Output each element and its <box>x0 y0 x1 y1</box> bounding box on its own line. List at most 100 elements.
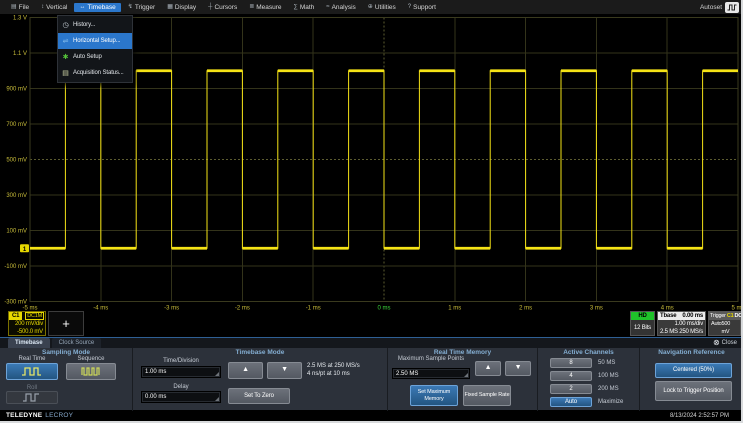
lock-to-trigger-position-button[interactable]: Lock to Trigger Position <box>655 381 732 401</box>
sampling-mode-title: Sampling Mode <box>0 349 132 356</box>
real-time-button[interactable] <box>6 363 58 380</box>
c1-offset: -500.0 mV <box>9 328 45 336</box>
time-division-field[interactable]: 1.00 ms <box>141 366 221 378</box>
time-division-down-button[interactable]: ▼ <box>267 362 302 379</box>
menu-item-auto-setup[interactable]: ✱Auto Setup <box>58 49 132 65</box>
status-bar: TELEDYNE LECROY 8/13/2024 2:52:57 PM <box>0 410 743 421</box>
sequence-button[interactable] <box>66 363 116 380</box>
channels-2-memory-label: 200 MS <box>598 386 638 393</box>
menu-timebase[interactable]: ↔Timebase <box>74 3 120 12</box>
roll-button[interactable] <box>6 391 58 404</box>
acquisition-status-icon: ▤ <box>61 70 70 77</box>
sample-rate-info-line2: 4 ns/pt at 10 ms <box>307 370 385 378</box>
menu-file-label: File <box>19 4 29 11</box>
menu-measure[interactable]: ≣Measure <box>244 3 286 12</box>
channels-4-button[interactable]: 4 <box>550 371 592 381</box>
menu-item-acquisition-status[interactable]: ▤Acquisition Status... <box>58 65 132 81</box>
menu-utilities[interactable]: ⊕Utilities <box>363 3 401 12</box>
channels-auto-button[interactable]: Auto <box>550 397 592 407</box>
channels-4-memory-label: 100 MS <box>598 373 638 380</box>
trigger-level: 500 mV <box>722 320 738 336</box>
menu-cursors[interactable]: ┼Cursors <box>203 3 242 12</box>
real-time-waveform-icon <box>21 366 43 377</box>
delay-field[interactable]: 0.00 ms <box>141 391 221 403</box>
hd-badge: HD <box>631 312 654 320</box>
brand-lecroy: LECROY <box>45 412 73 419</box>
real-time-memory-title: Real Time Memory <box>388 349 537 356</box>
trigger-source: C1 <box>727 312 734 320</box>
channels-8-button[interactable]: 8 <box>550 358 592 368</box>
menu-display[interactable]: ▦Display <box>162 3 201 12</box>
close-icon: ⊗ <box>713 339 720 347</box>
up-arrow-icon: ▲ <box>485 364 492 372</box>
menu-display-label: Display <box>175 4 196 11</box>
dialog-body: Sampling Mode Real Time Sequence Roll Ti… <box>0 348 743 411</box>
add-trace-button[interactable]: + <box>48 311 84 336</box>
tab-timebase[interactable]: Timebase <box>8 338 50 348</box>
trigger-mode: Auto <box>711 320 722 336</box>
y-axis-tick-label: 500 mV <box>6 158 27 164</box>
hd-mode-box[interactable]: HD 12 Bits <box>630 311 655 336</box>
dialog-close-button[interactable]: ⊗ Close <box>713 338 743 348</box>
centered-button[interactable]: Centered (50%) <box>655 363 732 378</box>
channels-2-button[interactable]: 2 <box>550 384 592 394</box>
menu-trigger[interactable]: ↯Trigger <box>123 3 160 12</box>
y-axis-tick-label: 300 mV <box>6 193 27 199</box>
brand-teledyne: TELEDYNE <box>6 412 42 419</box>
timebase-descriptor-header: Tbase 0.00 ms <box>658 312 705 320</box>
menu-math[interactable]: ∑Math <box>289 3 320 12</box>
sample-rate-info-line1: 2.5 MS at 250 MS/s <box>307 362 385 370</box>
support-icon: ? <box>408 4 411 10</box>
menu-file[interactable]: ▤File <box>6 3 34 12</box>
sequence-label: Sequence <box>66 356 116 363</box>
menu-measure-label: Measure <box>256 4 281 11</box>
sample-rate-info: 2.5 MS at 250 MS/s 4 ns/pt at 10 ms <box>307 362 385 378</box>
menu-timebase-label: Timebase <box>87 4 115 11</box>
max-sample-points-label: Maximum Sample Points <box>392 356 470 363</box>
set-to-zero-button[interactable]: Set To Zero <box>228 388 290 404</box>
y-axis-tick-label: 1.3 V <box>13 16 27 22</box>
timebase-dropdown-menu: ◷History... ⇌Horizontal Setup... ✱Auto S… <box>57 15 133 83</box>
menu-item-horizontal-setup-label: Horizontal Setup... <box>73 38 120 44</box>
time-division-up-button[interactable]: ▲ <box>228 362 263 379</box>
analysis-icon: ≈ <box>326 4 329 10</box>
menu-item-history[interactable]: ◷History... <box>58 17 132 33</box>
y-axis-tick-label: -100 mV <box>4 264 27 270</box>
math-icon: ∑ <box>294 4 298 10</box>
oscilloscope-window: ▤File ↕Vertical ↔Timebase ↯Trigger ▦Disp… <box>0 0 743 423</box>
memory-down-button[interactable]: ▼ <box>505 361 531 376</box>
menu-item-auto-setup-label: Auto Setup <box>73 54 102 60</box>
active-channels-title: Active Channels <box>538 349 639 356</box>
measure-icon: ≣ <box>249 4 254 10</box>
set-maximum-memory-button[interactable]: Set Maximum Memory <box>410 385 458 406</box>
memory-up-button[interactable]: ▲ <box>475 361 501 376</box>
c1-descriptor-header: C1 DC1M <box>9 312 45 320</box>
channels-auto-memory-label: Maximize <box>598 399 638 406</box>
menu-item-horizontal-setup[interactable]: ⇌Horizontal Setup... <box>58 33 132 49</box>
c1-descriptor-box[interactable]: C1 DC1M 200 mV/div -500.0 mV <box>8 311 46 336</box>
down-arrow-icon: ▼ <box>515 364 522 372</box>
menu-analysis[interactable]: ≈Analysis <box>321 3 361 12</box>
timebase-descriptor-box[interactable]: Tbase 0.00 ms 1.00 ms/div 2.5 MS 250 MS/… <box>657 311 706 336</box>
y-axis-tick-label: 100 mV <box>6 229 27 235</box>
max-sample-points-field[interactable]: 2.50 MS <box>392 368 470 379</box>
timebase-mode-title: Timebase Mode <box>133 349 387 356</box>
autoset-button[interactable]: Autoset <box>700 2 743 13</box>
timebase-name: Tbase <box>660 312 676 320</box>
menu-vertical[interactable]: ↕Vertical <box>36 3 72 12</box>
menu-support[interactable]: ?Support <box>403 3 441 12</box>
menu-vertical-label: Vertical <box>46 4 67 11</box>
y-axis-tick-label: 900 mV <box>6 87 27 93</box>
tab-clock-source[interactable]: Clock Source <box>52 338 102 348</box>
section-navigation-reference: Navigation Reference Centered (50%) Lock… <box>640 348 743 411</box>
clock-timestamp: 8/13/2024 2:52:57 PM <box>670 413 737 419</box>
add-trace-plus-icon: + <box>62 316 69 331</box>
utilities-icon: ⊕ <box>368 4 373 10</box>
c1-waveform-trace[interactable] <box>30 71 738 249</box>
timebase-sample-rate: 250 MS/s <box>679 328 703 336</box>
channels-8-memory-label: 50 MS <box>598 360 638 367</box>
fixed-sample-rate-button[interactable]: Fixed Sample Rate <box>463 385 511 406</box>
menu-trigger-label: Trigger <box>135 4 155 11</box>
y-axis-tick-label: 700 mV <box>6 122 27 128</box>
trigger-descriptor-box[interactable]: Trigger C1 DC Auto 500 mV Edge Positive <box>708 311 741 336</box>
